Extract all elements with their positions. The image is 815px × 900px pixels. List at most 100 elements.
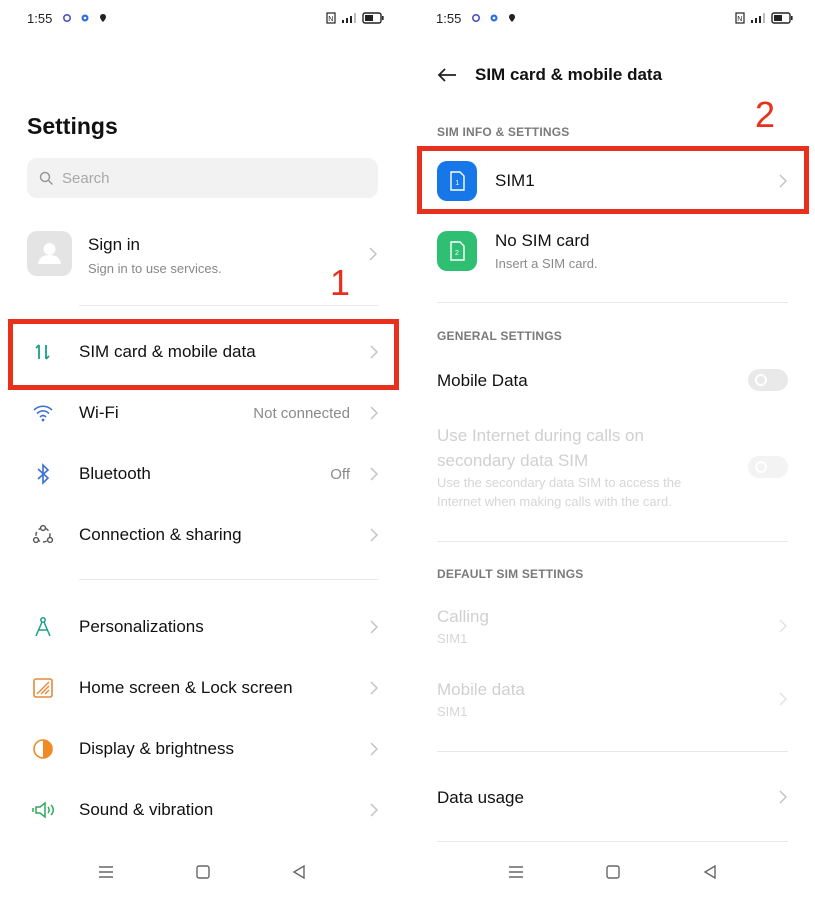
divider xyxy=(437,302,788,303)
settings-gear-status-icon xyxy=(490,14,498,22)
user-placeholder-icon xyxy=(38,243,61,264)
top-bar: SIM card & mobile data xyxy=(436,62,662,88)
settings-item-label: Bluetooth xyxy=(79,464,151,483)
divider xyxy=(437,541,788,542)
section-header-general: GENERAL SETTINGS xyxy=(437,329,562,343)
battery-icon xyxy=(362,12,384,24)
sim1-row[interactable]: 1 SIM1 xyxy=(437,155,788,205)
calling-title: Calling xyxy=(437,607,489,626)
no-sim-card-row[interactable]: 2 No SIM card Insert a SIM card. xyxy=(437,225,788,275)
settings-item-sound-vibration[interactable]: Sound & vibration xyxy=(0,785,406,835)
no-sim-status-icon: N xyxy=(735,12,745,24)
chevron-right-icon xyxy=(370,345,379,359)
status-bar: 1:55 N xyxy=(436,8,793,28)
home-lock-screen-icon xyxy=(31,676,55,700)
settings-item-label: Display & brightness xyxy=(79,739,234,758)
use-internet-during-calls-row: Use Internet during calls on secondary d… xyxy=(437,423,717,511)
settings-gear-status-icon xyxy=(81,14,89,22)
mobile-data-toggle[interactable] xyxy=(748,369,788,391)
data-usage-row[interactable]: Data usage xyxy=(437,785,788,811)
settings-item-bluetooth[interactable]: Bluetooth Off xyxy=(0,449,406,499)
settings-item-display-brightness[interactable]: Display & brightness xyxy=(0,724,406,774)
bluetooth-status: Off xyxy=(330,465,350,483)
sign-in-title: Sign in xyxy=(88,235,140,254)
chevron-right-icon xyxy=(370,467,379,481)
sign-in-subtitle: Sign in to use services. xyxy=(88,261,222,276)
menu-nav-button[interactable] xyxy=(96,862,116,882)
no-sim-card-label: No SIM card xyxy=(495,231,590,250)
calling-row: Calling SIM1 xyxy=(437,604,788,648)
avatar xyxy=(27,231,72,276)
settings-item-sim-card-mobile-data[interactable]: SIM card & mobile data xyxy=(0,327,406,377)
wifi-icon xyxy=(31,401,55,425)
settings-item-label: Home screen & Lock screen xyxy=(79,678,293,697)
wifi-status: Not connected xyxy=(253,404,350,422)
settings-item-connection-sharing[interactable]: Connection & sharing xyxy=(0,510,406,560)
chevron-right-icon xyxy=(779,174,788,188)
sim-data-arrows-icon xyxy=(31,340,55,364)
settings-item-label: SIM card & mobile data xyxy=(79,342,256,361)
menu-icon xyxy=(509,866,523,878)
chevron-right-icon xyxy=(370,681,379,695)
settings-item-personalizations[interactable]: Personalizations xyxy=(0,602,406,652)
back-triangle-icon xyxy=(292,865,305,879)
sound-vibration-icon xyxy=(31,798,55,822)
divider xyxy=(79,305,378,306)
use-internet-subtitle: Use the secondary data SIM to access the… xyxy=(437,475,682,509)
sign-in-row[interactable]: Sign in Sign in to use services. xyxy=(27,228,378,284)
home-square-icon xyxy=(196,865,210,879)
bluetooth-icon xyxy=(31,462,55,486)
default-mobile-data-title: Mobile data xyxy=(437,680,525,699)
use-internet-toggle xyxy=(748,456,788,478)
sim2-icon-number: 2 xyxy=(455,250,459,257)
chevron-right-icon xyxy=(779,692,788,706)
home-square-icon xyxy=(606,865,620,879)
navigation-bar xyxy=(0,862,406,886)
sim1-label: SIM1 xyxy=(495,171,535,190)
location-icon xyxy=(100,14,107,22)
search-placeholder: Search xyxy=(62,169,110,187)
signal-icon xyxy=(751,13,765,23)
annotation-step-1: 1 xyxy=(330,262,351,303)
home-nav-button[interactable] xyxy=(603,862,623,882)
search-icon xyxy=(39,171,54,185)
no-sim-status-icon: N xyxy=(326,12,336,24)
menu-icon xyxy=(99,866,113,878)
sync-icon xyxy=(63,13,72,23)
use-internet-title: Use Internet during calls on secondary d… xyxy=(437,426,644,470)
default-mobile-data-subtitle: SIM1 xyxy=(437,704,468,719)
sim1-icon: 1 xyxy=(437,161,477,201)
back-arrow-icon[interactable] xyxy=(436,64,458,86)
mobile-data-row[interactable]: Mobile Data xyxy=(437,368,788,394)
chevron-right-icon xyxy=(779,790,788,804)
navigation-bar xyxy=(409,862,815,886)
settings-item-home-lock-screen[interactable]: Home screen & Lock screen xyxy=(0,663,406,713)
divider xyxy=(437,751,788,752)
status-time: 1:55 xyxy=(27,10,53,26)
back-nav-button[interactable] xyxy=(700,862,720,882)
status-bar: 1:55 N xyxy=(27,8,384,28)
chevron-right-icon xyxy=(370,406,379,420)
chevron-right-icon xyxy=(779,619,788,633)
svg-text:N: N xyxy=(328,16,333,23)
chevron-right-icon xyxy=(370,803,379,817)
data-usage-label: Data usage xyxy=(437,788,524,807)
settings-item-wifi[interactable]: Wi-Fi Not connected xyxy=(0,388,406,438)
settings-item-label: Personalizations xyxy=(79,617,204,636)
back-nav-button[interactable] xyxy=(289,862,309,882)
section-header-sim-info: SIM INFO & SETTINGS xyxy=(437,125,570,139)
page-title: SIM card & mobile data xyxy=(475,65,663,84)
search-input[interactable]: Search xyxy=(27,158,378,198)
settings-screen: 1:55 N Settings Search Sign in Sign in t… xyxy=(0,0,406,900)
section-header-default-sim: DEFAULT SIM SETTINGS xyxy=(437,567,584,581)
menu-nav-button[interactable] xyxy=(506,862,526,882)
connection-sharing-icon xyxy=(31,523,55,547)
sim-card-mobile-data-screen: 1:55 N SIM card & mobile data SIM INFO &… xyxy=(409,0,815,900)
no-sim-card-subtitle: Insert a SIM card. xyxy=(495,256,598,271)
home-nav-button[interactable] xyxy=(193,862,213,882)
battery-icon xyxy=(771,12,793,24)
location-icon xyxy=(509,14,516,22)
chevron-right-icon xyxy=(370,742,379,756)
sim2-icon: 2 xyxy=(437,231,477,271)
mobile-data-label: Mobile Data xyxy=(437,371,528,390)
